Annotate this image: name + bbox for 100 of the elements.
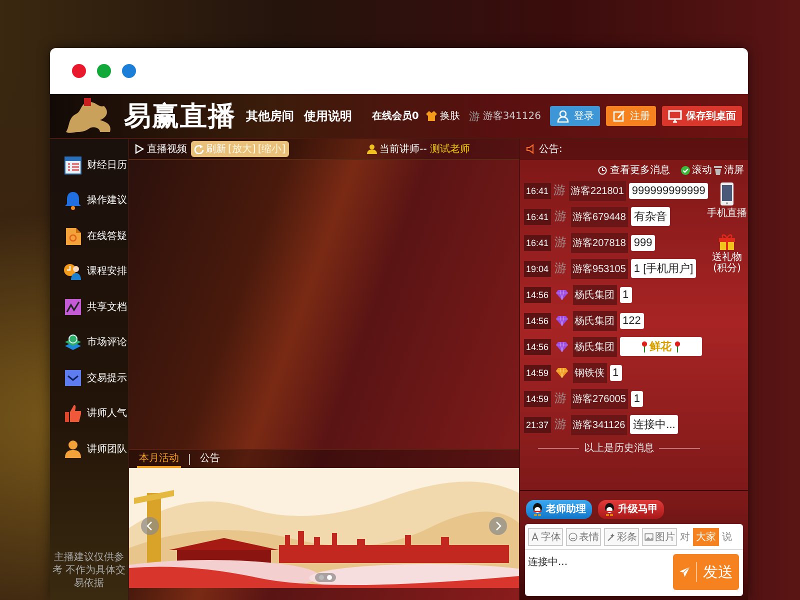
clear-screen-link[interactable]: 清屏: [724, 163, 744, 177]
sidebar-item[interactable]: 课程安排: [50, 254, 128, 289]
message-time: 14:59: [524, 364, 551, 380]
message-time: 21:37: [524, 416, 551, 432]
diamond-icon: [554, 340, 569, 352]
user-name[interactable]: 杨氏集团: [572, 336, 617, 356]
window-control-dot[interactable]: [72, 64, 86, 78]
sidebar-item[interactable]: 财经日历: [50, 147, 128, 182]
play-icon: [135, 144, 144, 154]
rose-icon: [674, 340, 681, 352]
image-icon: [644, 532, 654, 542]
message-bubble: 1: [620, 286, 632, 302]
window-control-dot[interactable]: [97, 64, 111, 78]
video-tab-label[interactable]: 直播视频: [147, 142, 187, 156]
toolbar-button[interactable]: 彩条: [604, 528, 639, 546]
message-bubble: 999999999999: [628, 182, 708, 198]
message-time: 14:56: [524, 338, 551, 354]
lecturer-label: 当前讲师--: [380, 142, 427, 156]
penguin-icon: [532, 502, 543, 516]
mail-icon: [63, 368, 83, 388]
message-time: 14:56: [524, 312, 551, 328]
wand-icon: [606, 532, 616, 542]
side-link[interactable]: 送礼物 (积分): [707, 252, 747, 274]
sidebar-item[interactable]: 讲师人气: [50, 396, 128, 431]
trash-icon[interactable]: [714, 166, 722, 174]
guest-label: 游: [554, 390, 568, 407]
guest-label: 游: [554, 260, 568, 277]
upgrade-button[interactable]: 升级马甲: [598, 500, 664, 518]
sidebar-item[interactable]: 在线答疑: [50, 218, 128, 254]
rose-icon: [640, 340, 648, 352]
say-label: 说: [722, 531, 732, 544]
message-bubble: 1: [630, 390, 644, 406]
guest-label: 游: [554, 208, 568, 225]
save-button[interactable]: 保存到桌面: [662, 106, 742, 126]
user-name[interactable]: 游客679448: [570, 206, 628, 226]
message-bubble: 122: [620, 312, 644, 328]
calendar-icon: [63, 154, 83, 175]
shirt-icon[interactable]: [426, 111, 437, 121]
message-bubble: 1: [610, 364, 622, 380]
scroll-label: 滚动: [692, 164, 712, 177]
penguin-icon: [604, 502, 615, 516]
next-slide-button[interactable]: [489, 517, 507, 535]
person-icon: [63, 438, 83, 459]
toolbar-button[interactable]: 字体: [528, 528, 563, 546]
toolbar-button[interactable]: 图片: [642, 528, 677, 546]
history-note: 以上是历史消息: [584, 442, 654, 455]
guest-label: 游: [554, 182, 566, 199]
user-name[interactable]: 钢铁侠: [572, 362, 607, 382]
user-name[interactable]: 游客221801: [568, 180, 626, 200]
message-time: 14:59: [524, 390, 551, 406]
window-control-dot[interactable]: [122, 64, 136, 78]
flower-text: 鲜花: [650, 340, 672, 354]
lecturer-name: 测试老师: [430, 142, 470, 156]
user-name[interactable]: 杨氏集团: [572, 284, 617, 304]
side-link[interactable]: 手机直播: [707, 208, 747, 220]
message-bubble: 连接中...: [630, 415, 678, 434]
guest-label: 游: [554, 234, 568, 251]
user-name: 游客341126: [482, 110, 541, 123]
nav-link[interactable]: 使用说明: [304, 108, 352, 124]
slide-indicator-dot[interactable]: [319, 575, 324, 580]
sidebar-item[interactable]: 讲师团队: [50, 431, 128, 466]
slide-indicator-dot[interactable]: [327, 575, 332, 580]
gift-icon[interactable]: [718, 232, 736, 250]
person-icon: [556, 109, 570, 123]
user-name[interactable]: 游客341126: [570, 414, 628, 434]
message-time: 16:41: [524, 234, 551, 250]
skin-link[interactable]: 换肤: [440, 109, 460, 123]
sidebar-item[interactable]: 操作建议: [50, 182, 128, 218]
guest-label: 游: [554, 416, 568, 433]
nav-link[interactable]: 其他房间: [246, 108, 294, 124]
message-bubble: 999: [630, 234, 656, 250]
diamond-icon: [554, 288, 569, 300]
sidebar-item[interactable]: 交易提示: [50, 360, 128, 396]
site-title: 易赢直播: [124, 100, 236, 134]
speaker-icon: [526, 144, 536, 154]
books-icon: [63, 332, 83, 352]
more-messages-link[interactable]: 查看更多消息: [610, 163, 670, 177]
message-time: 16:41: [524, 182, 551, 198]
message-time: 14:56: [524, 286, 551, 302]
user-name[interactable]: 游客953105: [570, 258, 628, 278]
to-label: 对: [680, 530, 690, 544]
toolbar-button[interactable]: 表情: [566, 528, 601, 546]
message-time: 16:41: [524, 208, 551, 224]
tab[interactable]: 公告: [198, 450, 222, 468]
sidebar-item[interactable]: 市场评论: [50, 324, 128, 360]
user-name[interactable]: 游客207818: [570, 232, 628, 252]
disclaimer-text: 主播建议仅供参考 不作为具体交易依据: [51, 551, 127, 590]
checkbox-icon[interactable]: [681, 166, 690, 174]
message-bubble: 1 [手机用户]: [630, 259, 696, 278]
user-name[interactable]: 杨氏集团: [572, 310, 617, 330]
diamond-icon: [554, 366, 569, 378]
chart-icon: [63, 296, 83, 317]
thumbs-up-icon: [63, 403, 83, 424]
phone-icon[interactable]: [720, 182, 734, 206]
previous-slide-button[interactable]: [141, 517, 159, 535]
user-name[interactable]: 游客276005: [570, 388, 628, 408]
edit-icon: [612, 109, 626, 123]
person-icon: [366, 144, 377, 154]
sidebar-item[interactable]: 共享文档: [50, 289, 128, 324]
diamond-icon: [554, 314, 569, 326]
